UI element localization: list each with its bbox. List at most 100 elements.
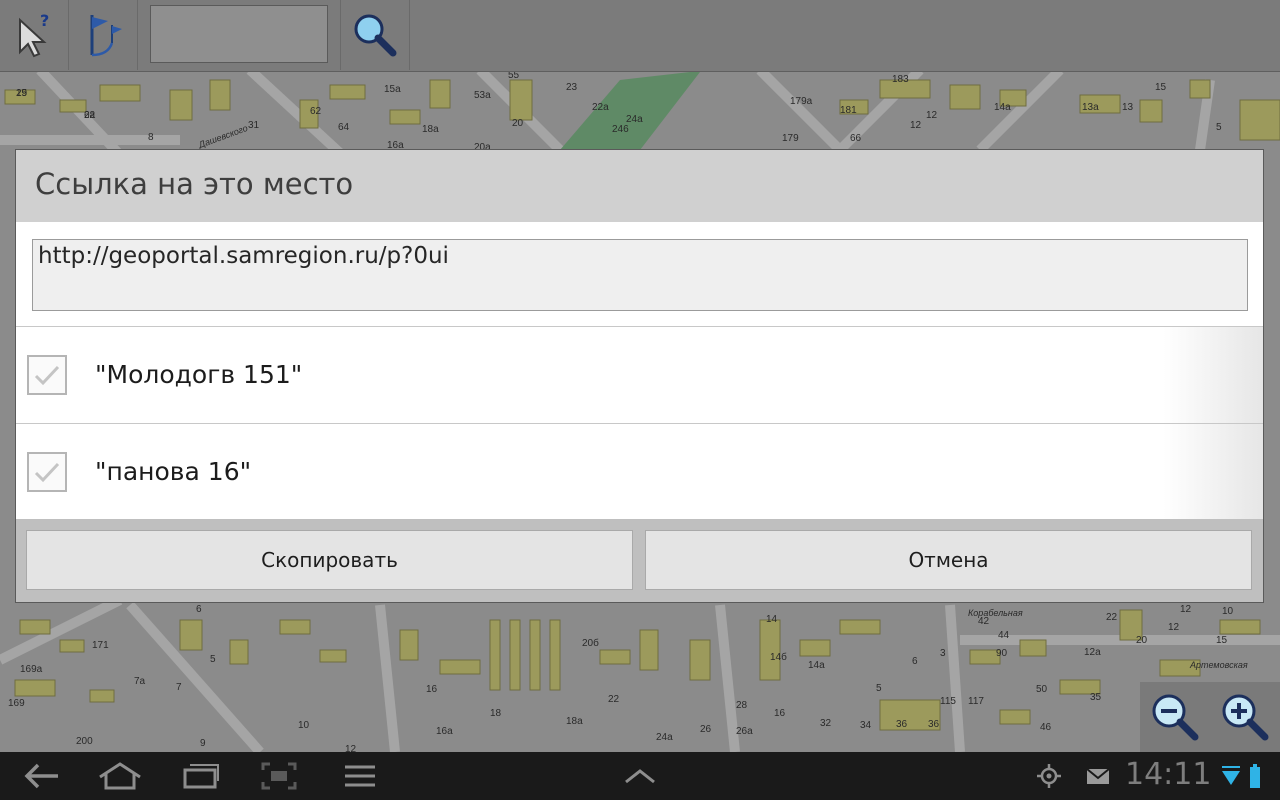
- top-toolbar: ?: [0, 0, 1280, 72]
- address-label: 18a: [422, 124, 439, 135]
- address-label: 26: [700, 724, 712, 735]
- address-label: 246: [612, 124, 629, 135]
- address-label: 179a: [790, 96, 813, 107]
- checkmark-icon: [34, 365, 60, 386]
- address-label: 90: [996, 648, 1008, 659]
- address-label: 34: [860, 720, 872, 731]
- address-label: 46: [1040, 722, 1052, 733]
- address-label: 18a: [566, 716, 583, 727]
- address-label: 169: [8, 698, 25, 709]
- address-label: 13a: [1082, 102, 1099, 113]
- address-label: 16a: [436, 726, 453, 737]
- dialog-header: Ссылка на это место: [16, 150, 1263, 222]
- screenshot-icon: [261, 762, 297, 790]
- address-label: 24a: [626, 114, 643, 125]
- address-label: 10: [298, 720, 310, 731]
- address-label: 31: [248, 120, 260, 131]
- copy-button[interactable]: Скопировать: [26, 530, 633, 590]
- address-label: 44: [998, 630, 1010, 641]
- home-icon: [99, 762, 141, 790]
- address-label: 22: [608, 694, 620, 705]
- address-label: 32: [820, 718, 832, 729]
- address-label: 28: [736, 700, 748, 711]
- mail-notification[interactable]: [1084, 752, 1112, 800]
- notification-expand-button[interactable]: [620, 752, 660, 800]
- address-label: 7a: [134, 676, 146, 687]
- address-label: 14a: [994, 102, 1011, 113]
- gps-icon: [1037, 764, 1061, 788]
- address-label: 15: [16, 88, 28, 99]
- address-label: 3: [940, 648, 946, 659]
- address-label: 20: [512, 118, 524, 129]
- menu-icon: [345, 765, 375, 787]
- search-input[interactable]: [150, 5, 328, 63]
- recent-apps-icon: [183, 764, 219, 789]
- address-label: 12: [910, 120, 922, 131]
- checkbox[interactable]: [27, 452, 67, 492]
- address-label: 50: [1036, 684, 1048, 695]
- address-label: 14: [766, 614, 778, 625]
- address-label: 181: [840, 105, 857, 116]
- list-item-label: "Молодогв 151": [95, 360, 303, 389]
- help-pointer-button[interactable]: ?: [0, 0, 69, 70]
- checkmark-icon: [34, 462, 60, 483]
- dialog-title: Ссылка на это место: [35, 167, 354, 201]
- system-bar: 14:11: [0, 752, 1280, 800]
- list-item-label: "панова 16": [95, 457, 252, 486]
- address-label: 12: [926, 110, 938, 121]
- chevron-up-icon: [625, 769, 655, 784]
- svg-text:?: ?: [40, 11, 49, 30]
- address-label: 64: [338, 122, 350, 133]
- address-label: 35: [1090, 692, 1102, 703]
- address-label: 6: [196, 604, 202, 615]
- recent-apps-button[interactable]: [180, 752, 222, 800]
- address-label: 115: [940, 696, 956, 707]
- list-item[interactable]: "Молодогв 151": [16, 327, 1263, 423]
- route-flag-icon: [90, 15, 122, 57]
- gps-status: [1036, 752, 1062, 800]
- address-label: 23: [566, 82, 578, 93]
- address-label: 169a: [20, 664, 43, 675]
- back-button[interactable]: [20, 752, 64, 800]
- address-label: 5: [210, 654, 216, 665]
- list-item[interactable]: "панова 16": [16, 424, 1263, 520]
- address-label: 14a: [808, 660, 825, 671]
- battery-icon: [1250, 764, 1260, 788]
- address-label: 183: [892, 74, 909, 85]
- zoom-in-button[interactable]: [1210, 682, 1280, 752]
- street-label: Корабельная: [968, 608, 1023, 618]
- home-button[interactable]: [96, 752, 144, 800]
- address-label: 9: [200, 738, 206, 749]
- address-label: 36: [928, 719, 940, 730]
- address-label: 171: [92, 640, 109, 651]
- help-pointer-icon: ?: [19, 11, 49, 58]
- address-label: 13: [1122, 102, 1134, 113]
- screenshot-button[interactable]: [258, 752, 300, 800]
- address-label: 15: [1155, 82, 1167, 93]
- address-label: 62: [310, 106, 322, 117]
- wifi-status: [1220, 752, 1242, 800]
- address-label: 12: [1168, 622, 1180, 633]
- address-label: 20б: [582, 637, 599, 649]
- address-label: 12: [1180, 604, 1192, 615]
- address-label: 15: [1216, 635, 1228, 646]
- mail-icon: [1086, 768, 1110, 784]
- address-label: 12a: [1084, 647, 1101, 658]
- dialog-button-bar: Скопировать Отмена: [16, 519, 1263, 602]
- address-label: 14б: [770, 651, 787, 663]
- clock: 14:11: [1125, 757, 1212, 792]
- search-button[interactable]: [340, 0, 410, 70]
- address-label: 6a: [84, 110, 96, 121]
- address-label: 117: [968, 696, 984, 707]
- checkbox[interactable]: [27, 355, 67, 395]
- zoom-out-button[interactable]: [1140, 682, 1210, 752]
- address-label: 26a: [736, 726, 753, 737]
- url-field[interactable]: http://geoportal.samregion.ru/p?0ui: [32, 239, 1248, 311]
- magnifier-icon: [354, 14, 397, 57]
- address-label: 179: [782, 133, 799, 144]
- menu-button[interactable]: [342, 752, 378, 800]
- address-label: 10: [1222, 606, 1234, 617]
- cancel-button[interactable]: Отмена: [645, 530, 1252, 590]
- address-label: 18: [490, 708, 502, 719]
- route-button[interactable]: [69, 0, 138, 70]
